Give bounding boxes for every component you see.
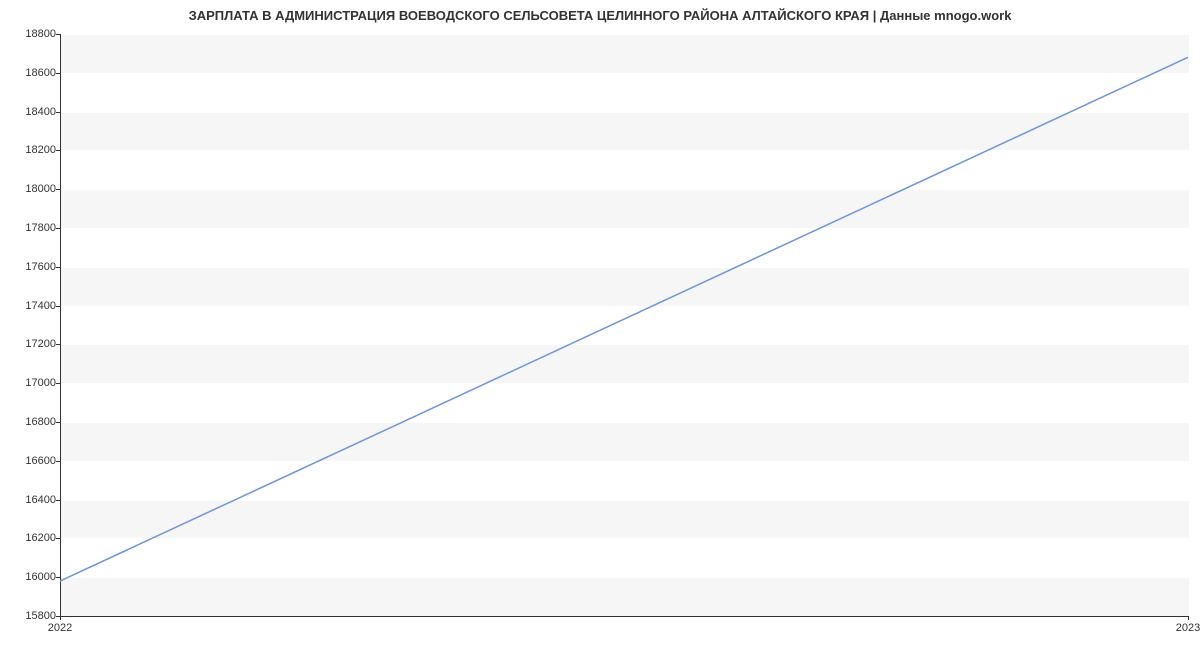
y-tick-label: 16000	[6, 571, 56, 583]
chart-title: ЗАРПЛАТА В АДМИНИСТРАЦИЯ ВОЕВОДСКОГО СЕЛ…	[0, 0, 1200, 27]
x-tick-label: 2022	[48, 622, 72, 634]
y-tick-mark	[56, 500, 60, 501]
grid-line	[61, 267, 1189, 268]
y-tick-mark	[56, 228, 60, 229]
grid-band	[61, 306, 1189, 345]
y-tick-label: 17600	[6, 261, 56, 273]
y-tick-label: 18400	[6, 106, 56, 118]
grid-line	[61, 150, 1189, 151]
grid-band	[61, 150, 1189, 189]
grid-band	[61, 538, 1189, 577]
y-tick-mark	[56, 344, 60, 345]
y-tick-mark	[56, 577, 60, 578]
plot-area	[60, 34, 1189, 617]
grid-line	[61, 34, 1189, 35]
chart-container: ЗАРПЛАТА В АДМИНИСТРАЦИЯ ВОЕВОДСКОГО СЕЛ…	[0, 0, 1200, 650]
grid-line	[61, 577, 1189, 578]
y-tick-label: 15800	[6, 610, 56, 622]
y-tick-mark	[56, 383, 60, 384]
y-tick-mark	[56, 461, 60, 462]
y-tick-mark	[56, 422, 60, 423]
x-tick-mark	[60, 616, 61, 620]
grid-line	[61, 461, 1189, 462]
x-tick-label: 2023	[1176, 622, 1200, 634]
grid-line	[61, 383, 1189, 384]
y-tick-label: 16200	[6, 532, 56, 544]
grid-line	[61, 112, 1189, 113]
y-tick-mark	[56, 150, 60, 151]
y-tick-mark	[56, 538, 60, 539]
y-tick-mark	[56, 189, 60, 190]
y-tick-mark	[56, 267, 60, 268]
y-tick-label: 18000	[6, 183, 56, 195]
y-tick-label: 16800	[6, 416, 56, 428]
y-tick-label: 18600	[6, 67, 56, 79]
grid-line	[61, 73, 1189, 74]
x-tick-mark	[1188, 616, 1189, 620]
grid-line	[61, 500, 1189, 501]
y-tick-label: 16400	[6, 494, 56, 506]
grid-line	[61, 344, 1189, 345]
grid-line	[61, 306, 1189, 307]
y-tick-label: 18800	[6, 28, 56, 40]
y-tick-mark	[56, 306, 60, 307]
grid-line	[61, 538, 1189, 539]
y-tick-label: 17800	[6, 222, 56, 234]
grid-band	[61, 228, 1189, 267]
y-tick-mark	[56, 73, 60, 74]
grid-band	[61, 461, 1189, 500]
y-tick-label: 18200	[6, 144, 56, 156]
y-tick-mark	[56, 112, 60, 113]
y-tick-label: 16600	[6, 455, 56, 467]
grid-line	[61, 189, 1189, 190]
y-tick-label: 17200	[6, 338, 56, 350]
y-tick-label: 17000	[6, 377, 56, 389]
y-tick-mark	[56, 34, 60, 35]
grid-band	[61, 73, 1189, 112]
grid-line	[61, 422, 1189, 423]
grid-line	[61, 228, 1189, 229]
grid-band	[61, 383, 1189, 422]
y-tick-label: 17400	[6, 300, 56, 312]
